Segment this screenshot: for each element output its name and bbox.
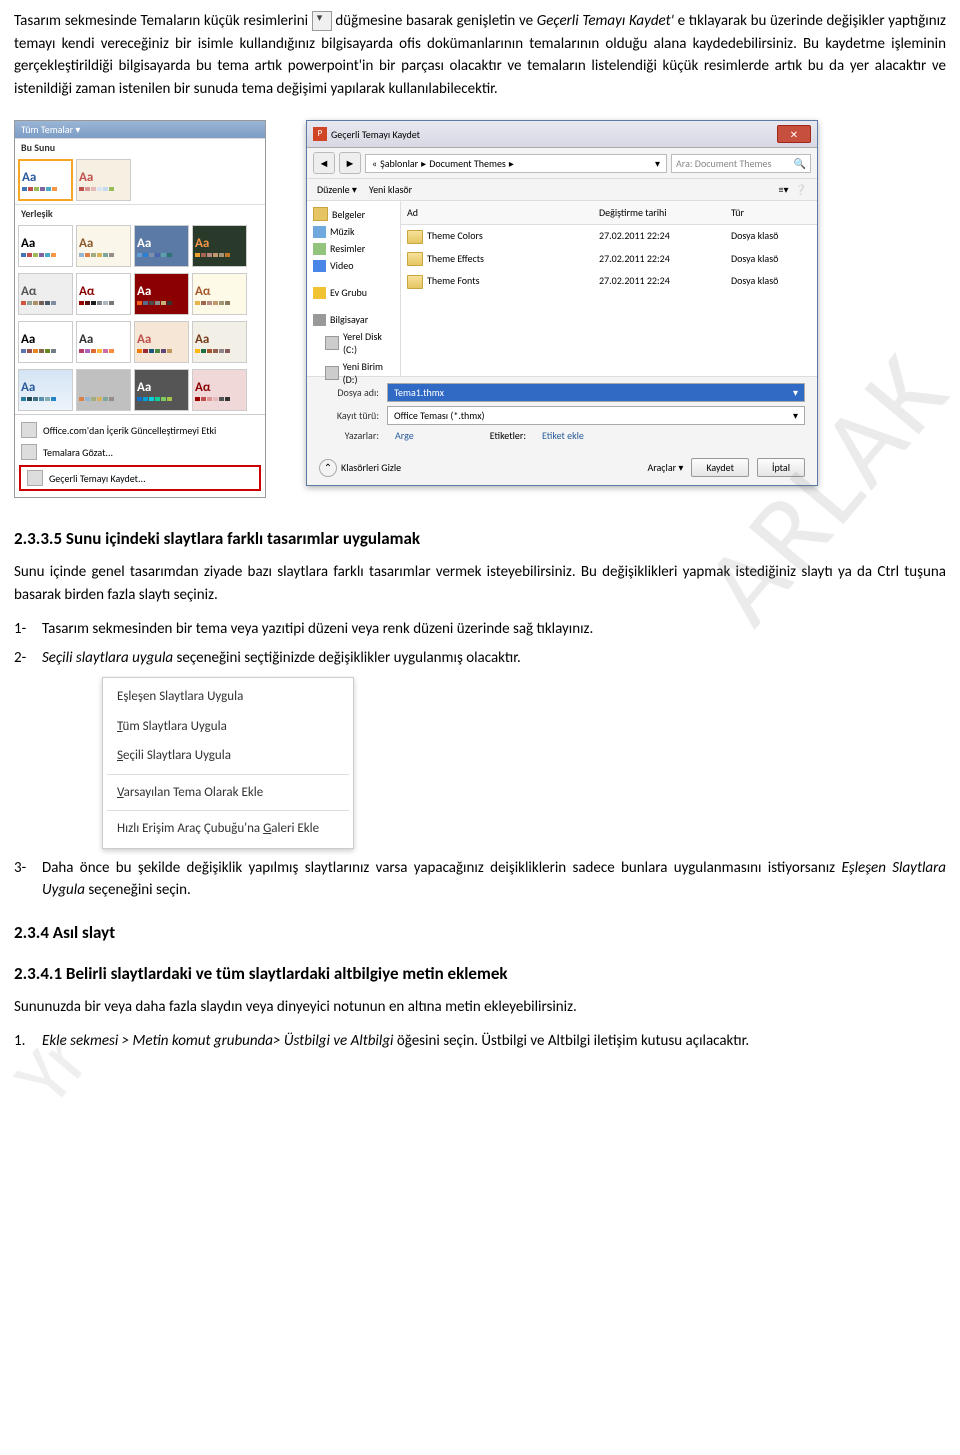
drive-icon bbox=[325, 366, 339, 380]
gallery-header[interactable]: Tüm Temalar ▾ bbox=[15, 121, 265, 138]
theme-thumbnail[interactable]: Aa bbox=[134, 321, 189, 363]
theme-thumbnail[interactable] bbox=[76, 369, 131, 411]
theme-thumbnail[interactable]: Aa bbox=[134, 273, 189, 315]
folder-open-icon bbox=[21, 444, 37, 460]
theme-thumbnail[interactable]: Aα bbox=[76, 273, 131, 315]
theme-thumbnail[interactable]: Aα bbox=[18, 273, 73, 315]
dialog-title: Geçerli Temayı Kaydet bbox=[331, 128, 420, 141]
theme-thumbnail[interactable]: Aα bbox=[192, 273, 247, 315]
tools-dropdown[interactable]: Araçlar ▾ bbox=[647, 461, 683, 474]
pictures-icon bbox=[313, 243, 326, 255]
gallery-section-label: Bu Sunu bbox=[15, 138, 265, 156]
list-item[interactable]: Theme Colors 27.02.2011 22:24 Dosya klas… bbox=[401, 225, 817, 248]
address-bar[interactable]: « Şablonlar ▸ Document Themes ▸ ▾ bbox=[365, 154, 667, 173]
theme-thumbnail[interactable]: Aa bbox=[192, 321, 247, 363]
theme-thumbnail[interactable]: Aa bbox=[134, 225, 189, 267]
authors-value[interactable]: Arge bbox=[395, 429, 414, 442]
save-icon bbox=[27, 470, 43, 486]
theme-thumbnail[interactable]: Aa bbox=[18, 321, 73, 363]
column-header[interactable]: Ad bbox=[401, 204, 593, 221]
authors-label: Yazarlar: bbox=[319, 429, 379, 442]
theme-thumbnail[interactable]: Aα bbox=[192, 369, 247, 411]
sidebar-item[interactable]: Yeni Birim (D:) bbox=[311, 358, 396, 388]
tags-value[interactable]: Etiket ekle bbox=[542, 429, 584, 442]
nav-forward-button[interactable]: ► bbox=[339, 152, 361, 174]
body-paragraph: Sununuzda bir veya daha fazla slaydın ve… bbox=[14, 996, 946, 1019]
powerpoint-icon: P bbox=[313, 127, 327, 141]
file-list: Ad Değiştirme tarihi Tür Theme Colors 27… bbox=[401, 201, 817, 376]
folder-icon bbox=[407, 275, 423, 289]
sidebar: Belgeler Müzik Resimler Video Ev Grubu B… bbox=[307, 201, 401, 376]
sidebar-item[interactable]: Ev Grubu bbox=[311, 284, 396, 301]
theme-thumbnail[interactable]: Aa bbox=[18, 369, 73, 411]
context-menu-item[interactable]: Seçili Slaytlara Uygula bbox=[103, 741, 353, 771]
drive-icon bbox=[325, 336, 339, 350]
column-header[interactable]: Tür bbox=[725, 204, 817, 221]
expand-icon bbox=[312, 11, 332, 31]
save-dialog: P Geçerli Temayı Kaydet ✕ ◄ ► « Şablonla… bbox=[306, 120, 818, 486]
list-item: Tasarım sekmesinden bir tema veya yazıti… bbox=[42, 618, 946, 641]
close-button[interactable]: ✕ bbox=[777, 125, 811, 143]
theme-thumbnail[interactable]: Aa bbox=[18, 159, 73, 201]
save-button[interactable]: Kaydet bbox=[691, 458, 749, 477]
context-menu-item[interactable]: Eşleşen Slaytlara Uygula bbox=[103, 682, 353, 712]
filetype-label: Kayıt türü: bbox=[319, 409, 379, 422]
theme-thumbnail[interactable]: Aa bbox=[76, 159, 131, 201]
gallery-menu-save-current[interactable]: Geçerli Temayı Kaydet... bbox=[19, 465, 261, 491]
heading-2341: 2.3.4.1 Belirli slaytlardaki ve tüm slay… bbox=[14, 963, 946, 984]
context-menu-item[interactable]: Tüm Slaytlara Uygula bbox=[103, 712, 353, 742]
close-icon: ✕ bbox=[790, 128, 798, 141]
search-input[interactable]: Ara: Document Themes 🔍 bbox=[671, 154, 811, 173]
heading-234: 2.3.4 Asıl slayt bbox=[14, 922, 946, 943]
new-folder-button[interactable]: Yeni klasör bbox=[369, 183, 412, 196]
sidebar-item[interactable]: Bilgisayar bbox=[311, 311, 396, 328]
video-icon bbox=[313, 260, 326, 272]
heading-2335: 2.3.3.5 Sunu içindeki slaytlara farklı t… bbox=[14, 528, 946, 549]
sidebar-item[interactable]: Resimler bbox=[311, 240, 396, 257]
theme-gallery: Tüm Temalar ▾ Bu Sunu Aa Aa Yerleşik Aa … bbox=[14, 120, 266, 498]
documents-icon bbox=[313, 207, 328, 221]
gallery-menu-item[interactable]: Office.com'dan İçerik Güncelleştirmeyi E… bbox=[15, 419, 265, 441]
gallery-section-label: Yerleşik bbox=[15, 204, 265, 222]
list-item: Seçili slaytlara uygula seçeneğini seçti… bbox=[42, 647, 946, 849]
body-paragraph: Sunu içinde genel tasarımdan ziyade bazı… bbox=[14, 561, 946, 606]
music-icon bbox=[313, 226, 326, 238]
list-item: Ekle sekmesi > Metin komut grubunda> Üst… bbox=[42, 1030, 946, 1053]
sidebar-item[interactable]: Müzik bbox=[311, 223, 396, 240]
organize-dropdown[interactable]: Düzenle ▾ bbox=[317, 183, 357, 196]
column-header[interactable]: Değiştirme tarihi bbox=[593, 204, 725, 221]
list-item[interactable]: Theme Fonts 27.02.2011 22:24 Dosya klasö bbox=[401, 270, 817, 293]
theme-thumbnail[interactable]: Aa bbox=[192, 225, 247, 267]
filename-label: Dosya adı: bbox=[319, 386, 379, 399]
computer-icon bbox=[313, 314, 326, 326]
hide-folders-link[interactable]: Klasörleri Gizle bbox=[341, 461, 401, 474]
view-icon[interactable]: ≡▾ bbox=[779, 183, 789, 196]
nav-back-button[interactable]: ◄ bbox=[313, 152, 335, 174]
chevron-up-icon[interactable]: ⌃ bbox=[319, 459, 337, 477]
context-menu-item[interactable]: Hızlı Erişim Araç Çubuğu'na Galeri Ekle bbox=[103, 814, 353, 844]
theme-thumbnail[interactable]: Aa bbox=[76, 321, 131, 363]
folder-icon bbox=[407, 230, 423, 244]
gallery-menu-browse[interactable]: Temalara Gözat... bbox=[15, 441, 265, 463]
tags-label: Etiketler: bbox=[490, 429, 526, 442]
sidebar-item[interactable]: Yerel Disk (C:) bbox=[311, 328, 396, 358]
body-paragraph: Tasarım sekmesinde Temaların küçük resim… bbox=[14, 10, 946, 100]
search-icon: 🔍 bbox=[794, 157, 806, 170]
folder-icon bbox=[407, 252, 423, 266]
theme-thumbnail[interactable]: Aa bbox=[76, 225, 131, 267]
sidebar-item[interactable]: Belgeler bbox=[311, 205, 396, 223]
homegroup-icon bbox=[313, 287, 326, 299]
sidebar-item[interactable]: Video bbox=[311, 257, 396, 274]
theme-thumbnail[interactable]: Aa bbox=[18, 225, 73, 267]
globe-icon bbox=[21, 422, 37, 438]
theme-thumbnail[interactable]: Aa bbox=[134, 369, 189, 411]
context-menu: Eşleşen Slaytlara Uygula Tüm Slaytlara U… bbox=[102, 677, 354, 849]
list-item[interactable]: Theme Effects 27.02.2011 22:24 Dosya kla… bbox=[401, 248, 817, 271]
cancel-button[interactable]: İptal bbox=[757, 458, 805, 477]
help-icon[interactable]: ❔ bbox=[795, 183, 807, 196]
list-item: Daha önce bu şekilde değişiklik yapılmış… bbox=[42, 857, 946, 902]
filetype-select[interactable]: Office Teması (*.thmx)▾ bbox=[387, 406, 805, 425]
context-menu-item[interactable]: Varsayılan Tema Olarak Ekle bbox=[103, 778, 353, 808]
filename-input[interactable]: Tema1.thmx▾ bbox=[387, 383, 805, 402]
